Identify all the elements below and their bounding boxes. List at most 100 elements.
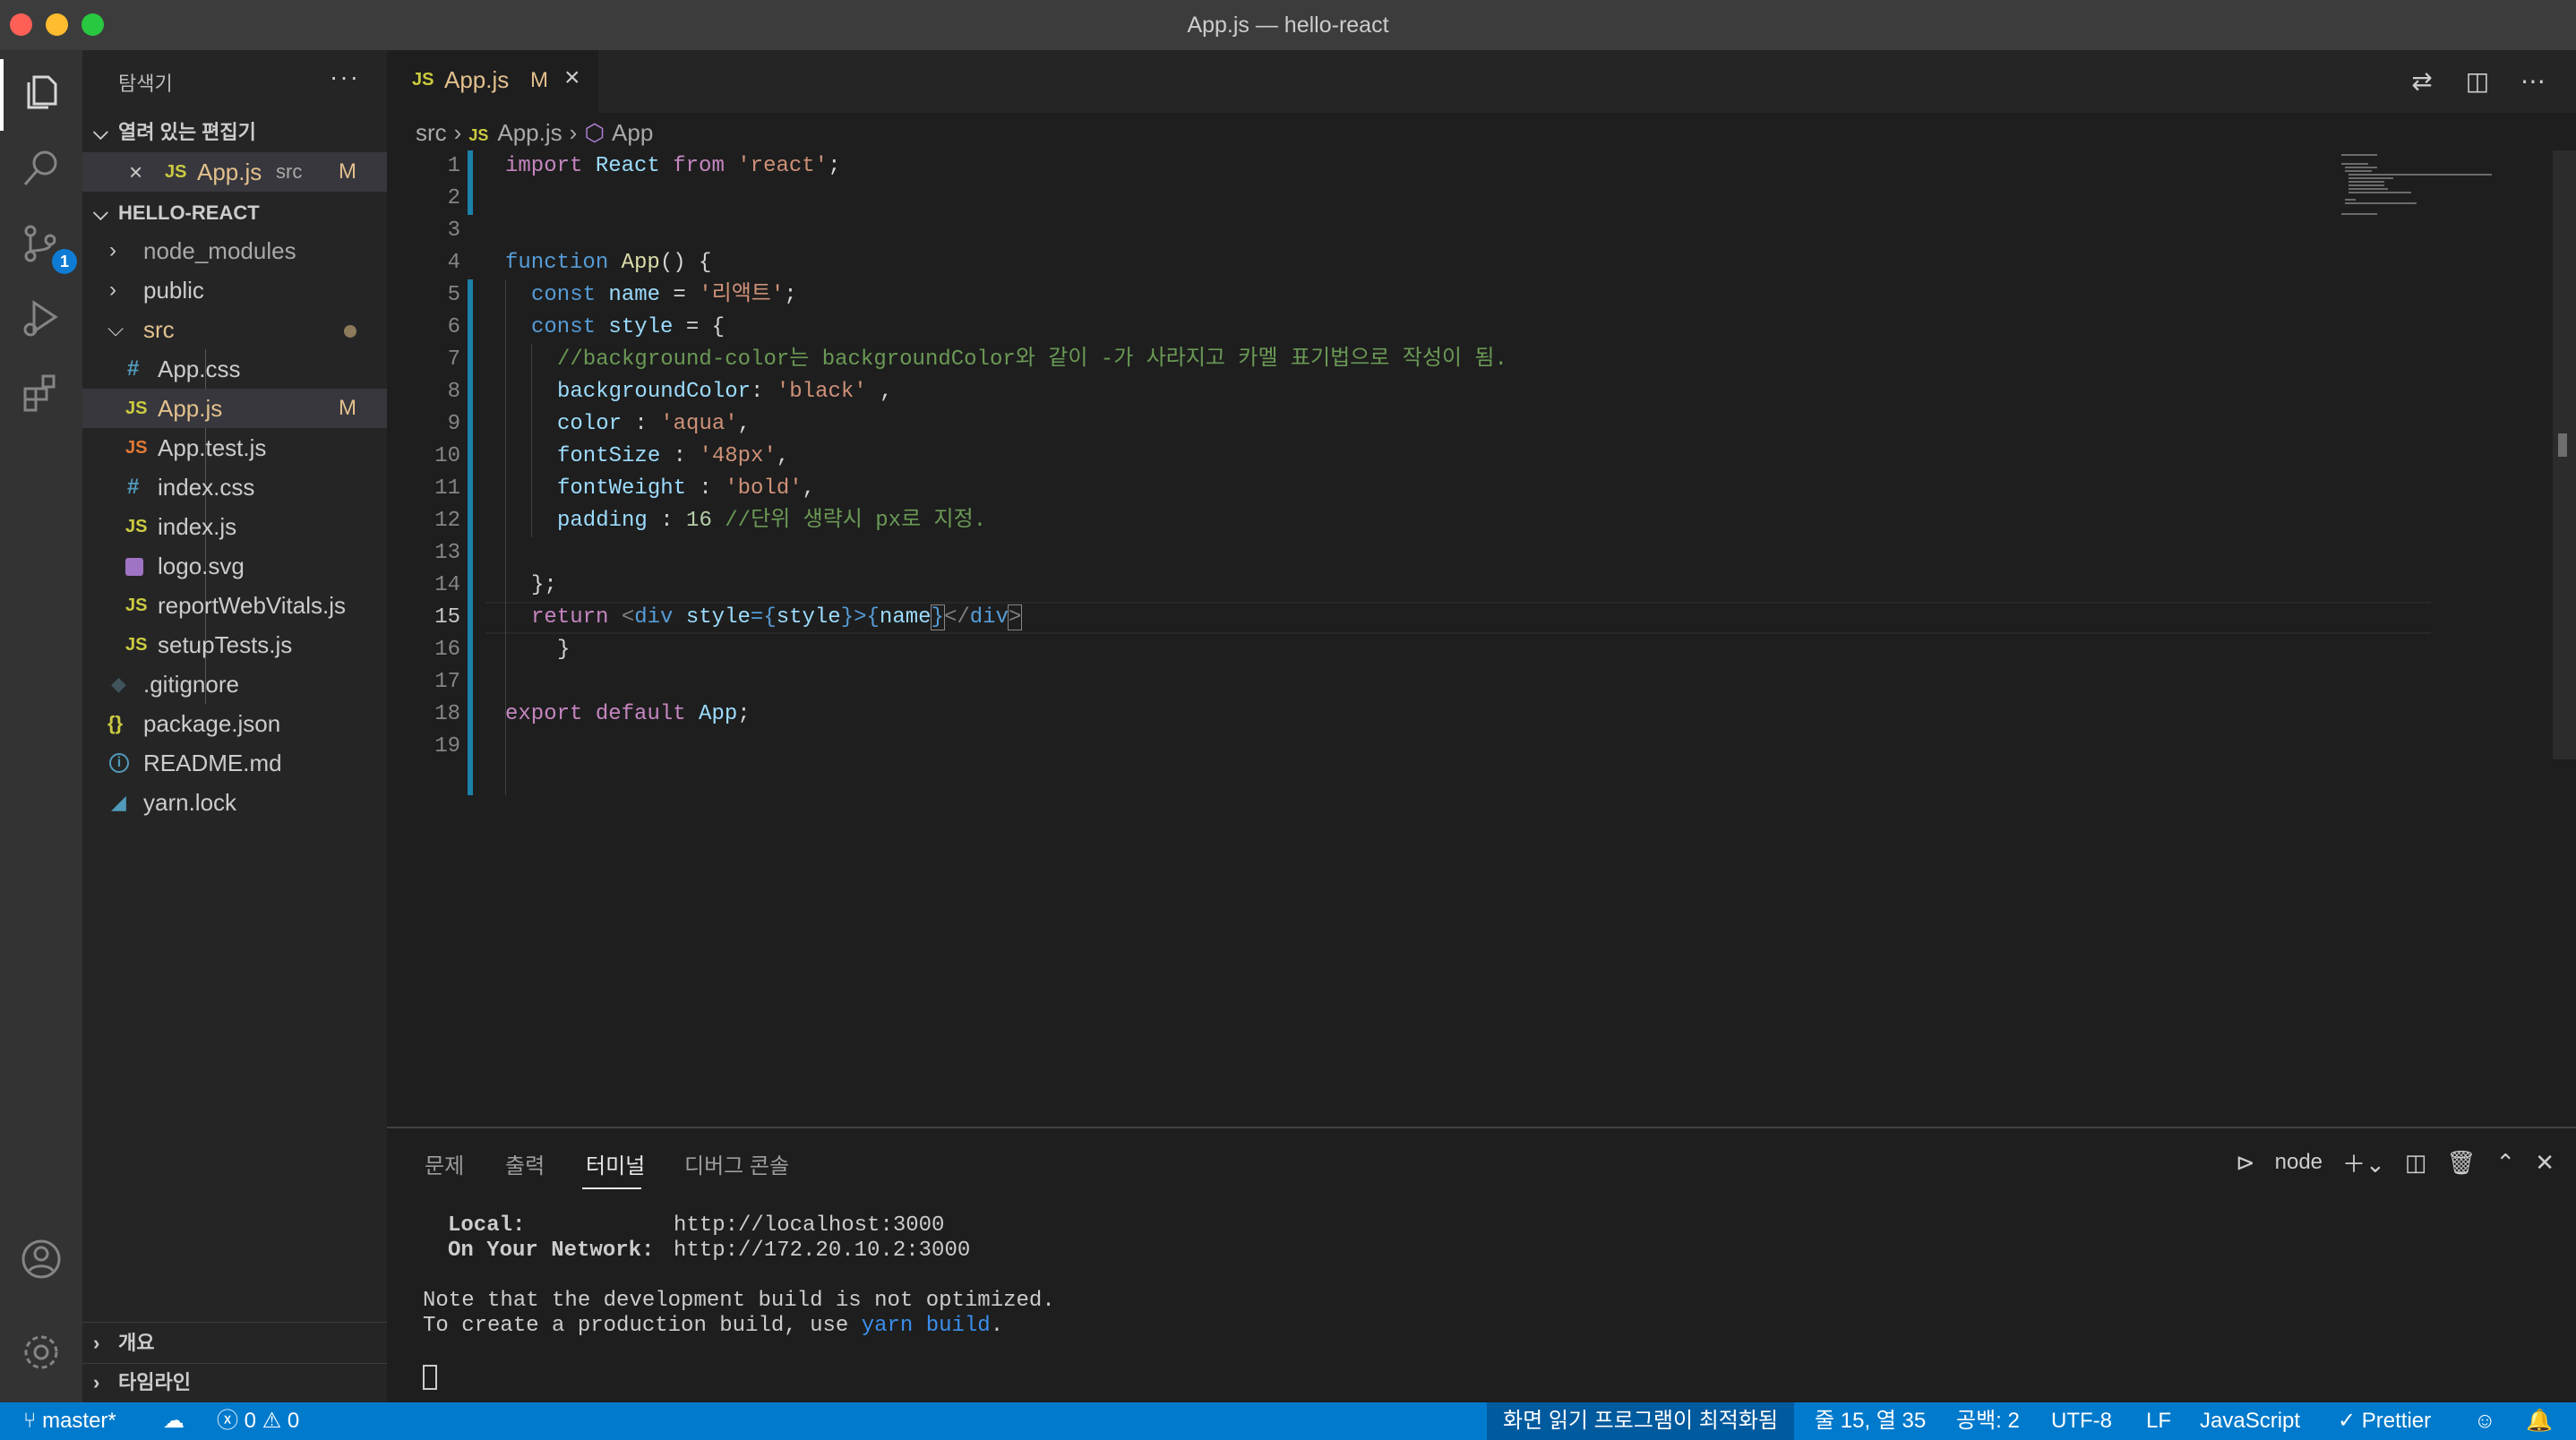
terminal-local-url: http://localhost:3000 — [674, 1213, 945, 1238]
tree-item-readme-md[interactable]: i README.md — [82, 743, 387, 783]
outline-title: 개요 — [118, 1332, 155, 1354]
settings-gear-icon[interactable] — [14, 1325, 68, 1379]
split-terminal-icon[interactable]: ◫ — [2405, 1149, 2427, 1177]
tree-item-public[interactable]: › public — [82, 270, 387, 310]
tree-item-src[interactable]: ⌵ src — [82, 310, 387, 349]
tab-label: App.js — [444, 66, 510, 93]
problems-status[interactable]: ⓧ 0 ⚠ 0 — [217, 1402, 299, 1440]
tab-problems[interactable]: 문제 — [425, 1148, 464, 1179]
outline-section[interactable]: › 개요 — [82, 1325, 387, 1361]
line-number: 5 — [447, 283, 460, 307]
language-mode[interactable]: JavaScript — [2200, 1402, 2300, 1440]
feedback-icon[interactable]: ☺ — [2474, 1402, 2496, 1440]
source-control-icon[interactable]: 1 — [14, 217, 77, 274]
code-line-7: //background-color는 backgroundColor와 같이 … — [557, 347, 1507, 372]
tab-debug-console[interactable]: 디버그 콘솔 — [684, 1148, 789, 1179]
tree-item-logo-svg[interactable]: logo.svg — [82, 546, 387, 586]
tree-item-label: setupTests.js — [158, 631, 293, 658]
chevron-right-icon: › — [453, 119, 462, 146]
project-section[interactable]: ⌵ HELLO-REACT — [82, 195, 387, 231]
close-panel-icon[interactable]: ✕ — [2535, 1149, 2555, 1177]
explorer-more-icon[interactable]: ··· — [330, 63, 360, 91]
scm-badge: 1 — [52, 249, 77, 274]
tree-item-app-css[interactable]: # App.css — [82, 349, 387, 389]
extensions-icon[interactable] — [14, 365, 68, 419]
new-terminal-icon[interactable]: ＋⌄ — [2342, 1146, 2385, 1179]
open-editors-section[interactable]: ⌵ 열려 있는 편집기 — [82, 115, 387, 150]
notifications-bell-icon[interactable]: 🔔 — [2526, 1402, 2553, 1440]
breadcrumb-symbol[interactable]: App — [612, 119, 653, 146]
screen-reader-status[interactable]: 화면 읽기 프로그램이 최적화됨 — [1487, 1402, 1795, 1440]
open-changes-icon[interactable]: ⇄ — [2406, 64, 2438, 97]
chevron-down-icon: ⌵ — [107, 317, 125, 341]
trash-icon[interactable]: 🗑 — [2446, 1149, 2476, 1177]
js-file-icon: JS — [125, 596, 148, 615]
sync-icon[interactable]: ☁ — [163, 1402, 185, 1440]
tree-item-index-js[interactable]: JS index.js — [82, 507, 387, 546]
js-file-icon: JS — [125, 399, 148, 418]
code-line-1: import React from 'react'; — [505, 154, 841, 178]
terminal-shell-label[interactable]: node — [2275, 1150, 2323, 1175]
tree-item-report-web-vitals-js[interactable]: JS reportWebVitals.js — [82, 586, 387, 625]
error-count: 0 — [244, 1409, 257, 1433]
prettier-status[interactable]: ✓ Prettier — [2338, 1402, 2431, 1440]
warning-count: 0 — [287, 1409, 300, 1433]
line-number: 8 — [447, 380, 460, 404]
line-number: 7 — [447, 347, 460, 372]
search-icon[interactable] — [14, 141, 68, 195]
project-title: HELLO-REACT — [118, 201, 260, 224]
tree-item-setup-tests-js[interactable]: JS setupTests.js — [82, 625, 387, 664]
line-number: 6 — [447, 315, 460, 339]
divider — [82, 1363, 387, 1364]
tree-item-label: public — [143, 277, 204, 304]
breadcrumb-folder[interactable]: src — [416, 119, 447, 146]
open-editor-folder: src — [276, 160, 303, 183]
json-file-icon: {} — [107, 712, 124, 734]
account-icon[interactable] — [14, 1232, 68, 1286]
tree-item-app-test-js[interactable]: JS App.test.js — [82, 428, 387, 467]
terminal-network-url: http://172.20.10.2:3000 — [674, 1239, 971, 1263]
terminal-note: Note that the development build is not o… — [423, 1289, 1055, 1313]
line-number: 10 — [434, 444, 460, 468]
code-line-4: function App() { — [505, 251, 712, 275]
tab-output[interactable]: 출력 — [505, 1148, 545, 1179]
code-line-12: padding : 16 //단위 생략시 px로 지정. — [557, 509, 987, 533]
tree-item-index-css[interactable]: # index.css — [82, 467, 387, 507]
tree-item-label: node_modules — [143, 237, 296, 264]
branch-status[interactable]: ⑂ master* — [23, 1402, 116, 1440]
tree-item-gitignore[interactable]: ◆ .gitignore — [82, 664, 387, 704]
tab-terminal[interactable]: 터미널 — [586, 1148, 645, 1179]
code-editor[interactable]: 1 2 3 4 5 6 7 8 9 10 11 12 13 14 15 16 1… — [387, 150, 2576, 1127]
js-file-icon: JS — [412, 70, 434, 90]
tree-item-app-js[interactable]: JS App.js M — [82, 389, 387, 428]
terminal-local-label: Local: — [448, 1213, 526, 1238]
tree-item-label: README.md — [143, 750, 282, 776]
breadcrumb-file[interactable]: App.js — [497, 119, 562, 146]
tab-app-js[interactable]: JS App.js M × — [387, 50, 598, 113]
timeline-section[interactable]: › 타임라인 — [82, 1365, 387, 1401]
close-icon[interactable]: × — [129, 152, 142, 192]
eol-status[interactable]: LF — [2146, 1402, 2171, 1440]
tree-item-node-modules[interactable]: › node_modules — [82, 231, 387, 270]
tree-item-label: package.json — [143, 710, 281, 737]
open-editor-item[interactable]: × JS App.js src M — [82, 152, 387, 192]
close-tab-icon[interactable]: × — [564, 63, 580, 93]
encoding-status[interactable]: UTF-8 — [2051, 1402, 2112, 1440]
split-editor-icon[interactable]: ◫ — [2461, 64, 2494, 97]
error-icon: ⓧ — [217, 1409, 245, 1433]
line-number: 18 — [434, 702, 460, 726]
tree-item-yarn-lock[interactable]: ◢ yarn.lock — [82, 783, 387, 822]
code-line-18: export default App; — [505, 702, 751, 726]
run-debug-icon[interactable] — [14, 290, 68, 344]
js-file-icon: JS — [125, 635, 148, 655]
explorer-icon[interactable] — [14, 64, 68, 118]
tree-item-package-json[interactable]: {} package.json — [82, 704, 387, 743]
more-actions-icon[interactable]: ⋯ — [2517, 64, 2549, 97]
indentation-status[interactable]: 공백: 2 — [1956, 1402, 2020, 1440]
chevron-right-icon: › — [93, 1332, 100, 1354]
line-number: 12 — [434, 509, 460, 533]
minimap[interactable] — [2338, 152, 2553, 215]
maximize-panel-icon[interactable]: ⌃ — [2495, 1149, 2515, 1177]
bottom-panel: 문제 출력 터미널 디버그 콘솔 ⊳ node ＋⌄ ◫ 🗑 ⌃ ✕ Local… — [387, 1127, 2576, 1402]
cursor-position[interactable]: 줄 15, 열 35 — [1815, 1402, 1926, 1440]
